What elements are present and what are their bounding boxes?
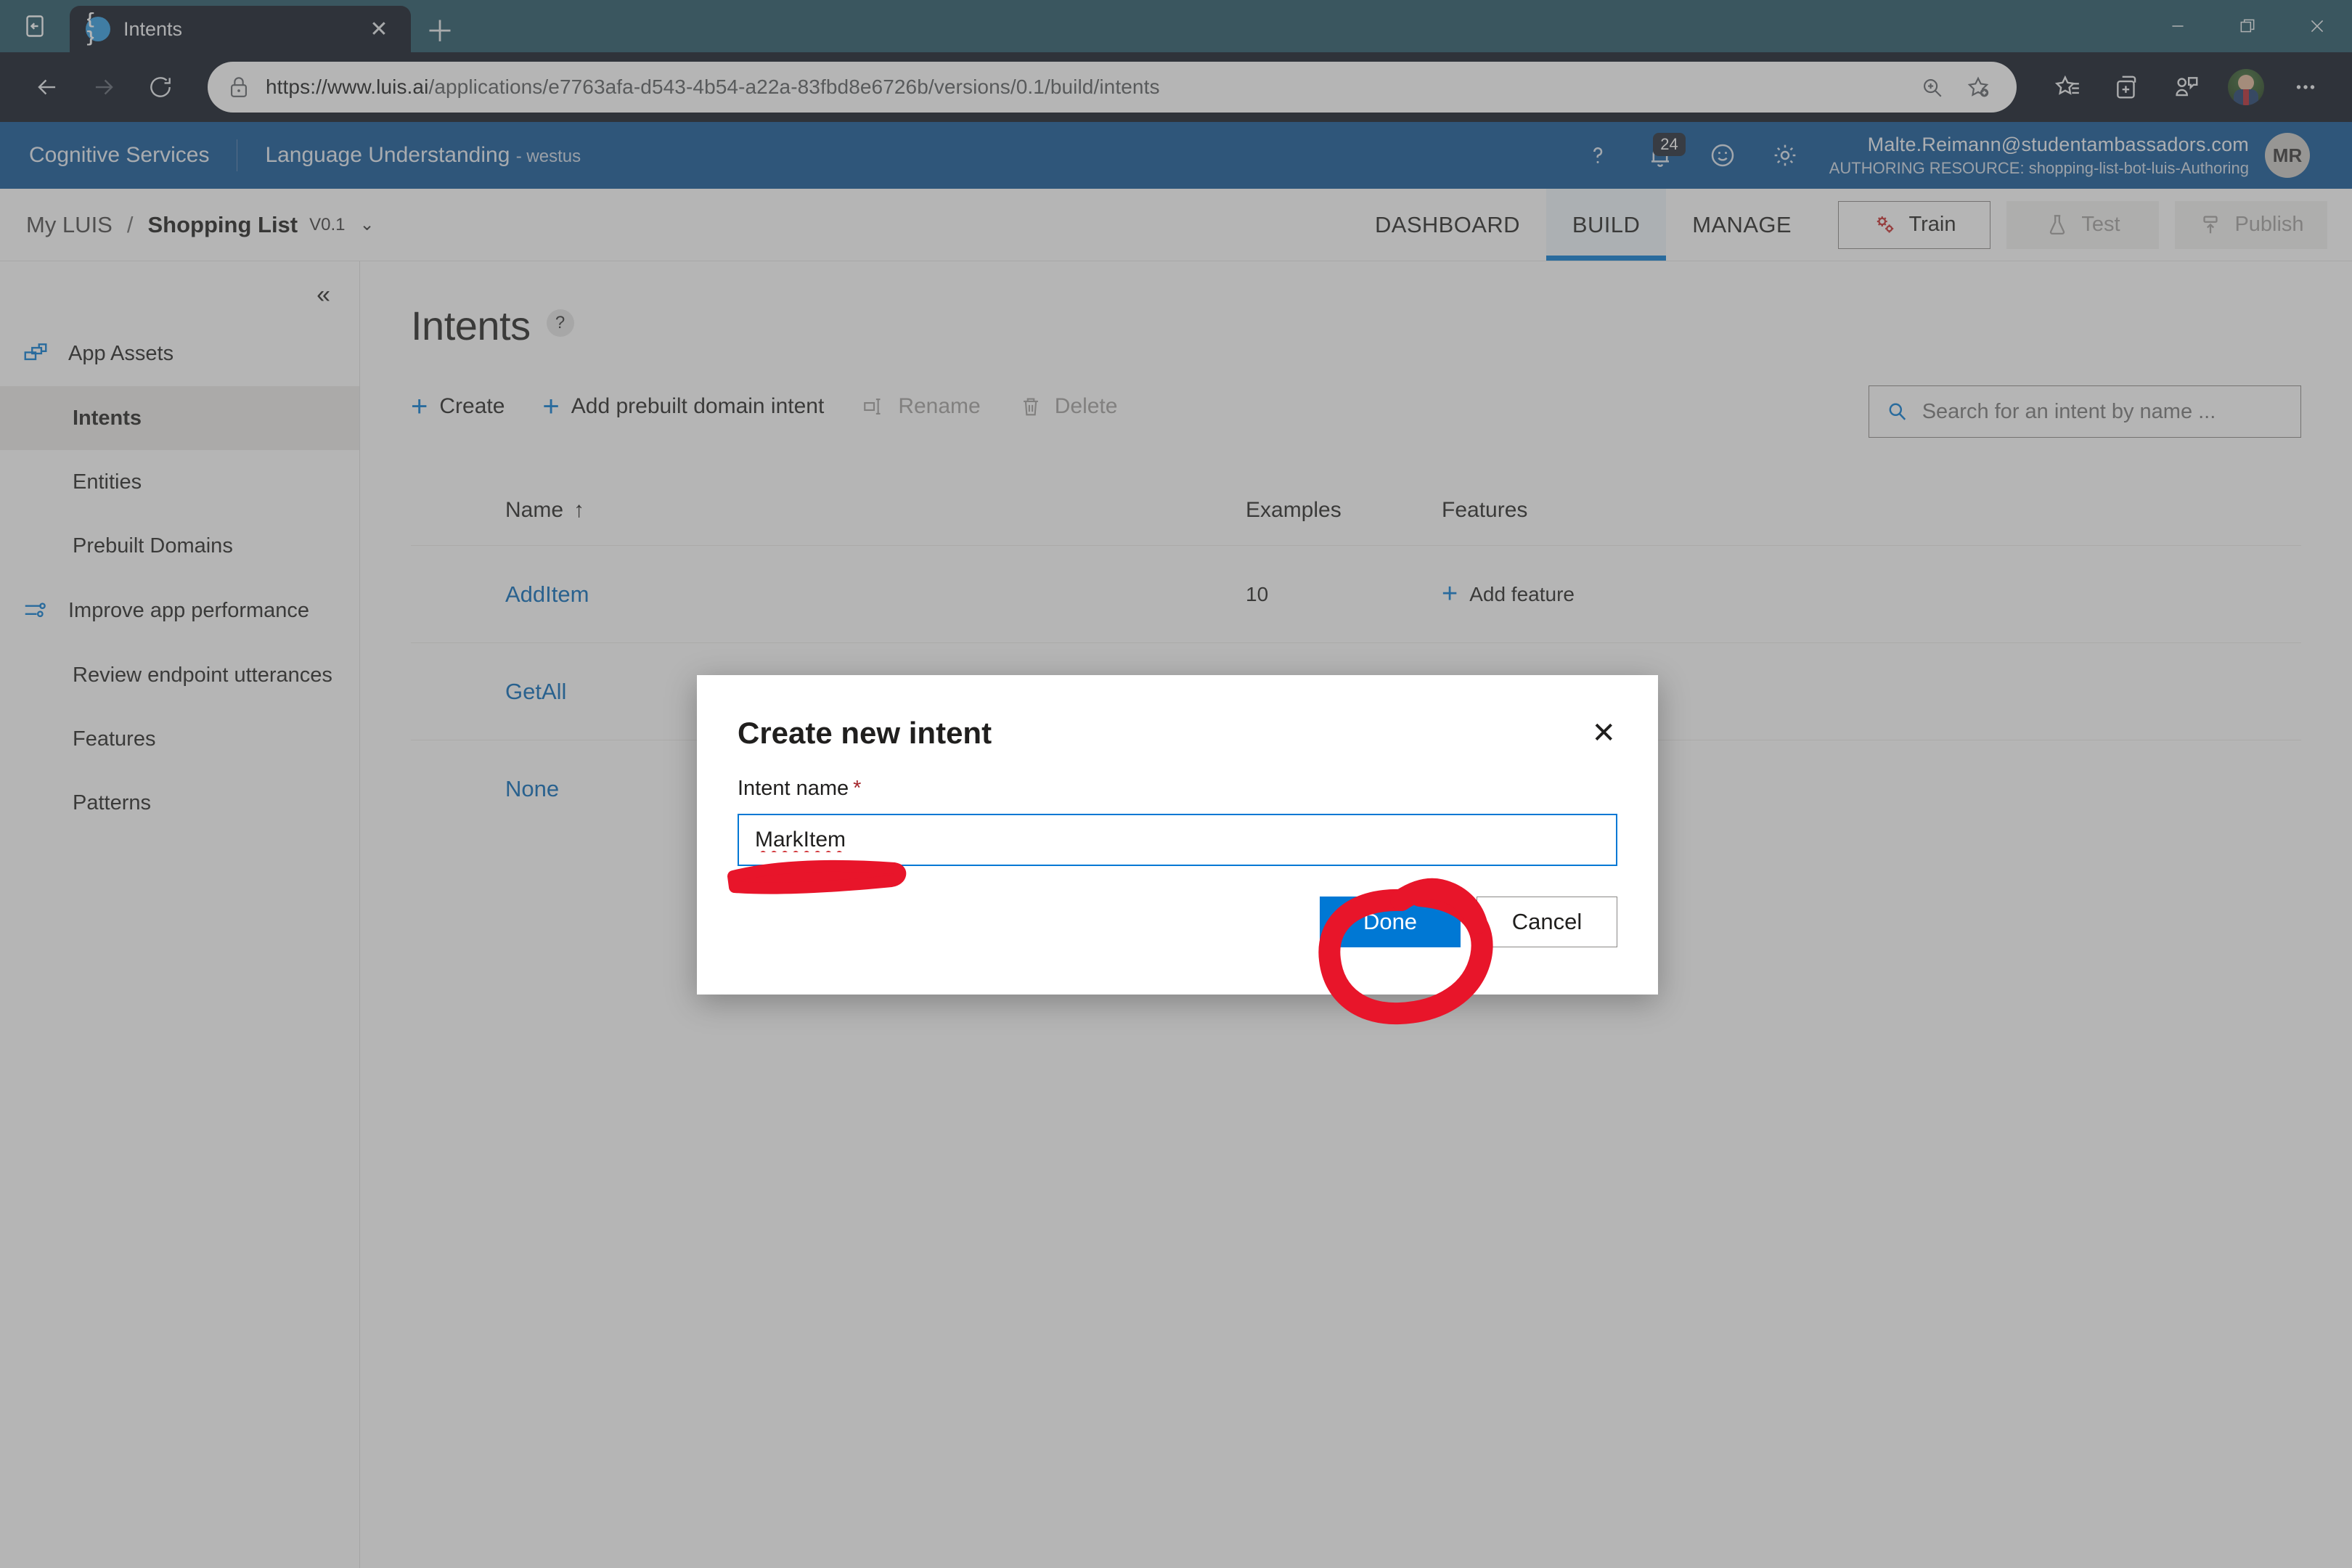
required-asterisk: * [853, 777, 861, 800]
done-button[interactable]: Done [1320, 897, 1461, 947]
dialog-body: Intent name* [697, 751, 1658, 866]
intent-name-input[interactable] [755, 828, 1600, 852]
dialog-actions: Done Cancel [697, 866, 1658, 947]
dialog-header: Create new intent ✕ [697, 675, 1658, 751]
close-icon[interactable]: ✕ [1584, 716, 1623, 751]
browser-window: { } Intents ✕ ＋ [0, 0, 2352, 1568]
create-new-intent-dialog: Create new intent ✕ Intent name* Done Ca… [697, 675, 1658, 995]
intent-name-label: Intent name* [738, 777, 1617, 801]
cancel-button[interactable]: Cancel [1477, 897, 1617, 947]
dialog-title: Create new intent [738, 716, 1584, 751]
intent-name-field[interactable] [738, 814, 1617, 866]
intent-name-label-text: Intent name [738, 777, 849, 800]
